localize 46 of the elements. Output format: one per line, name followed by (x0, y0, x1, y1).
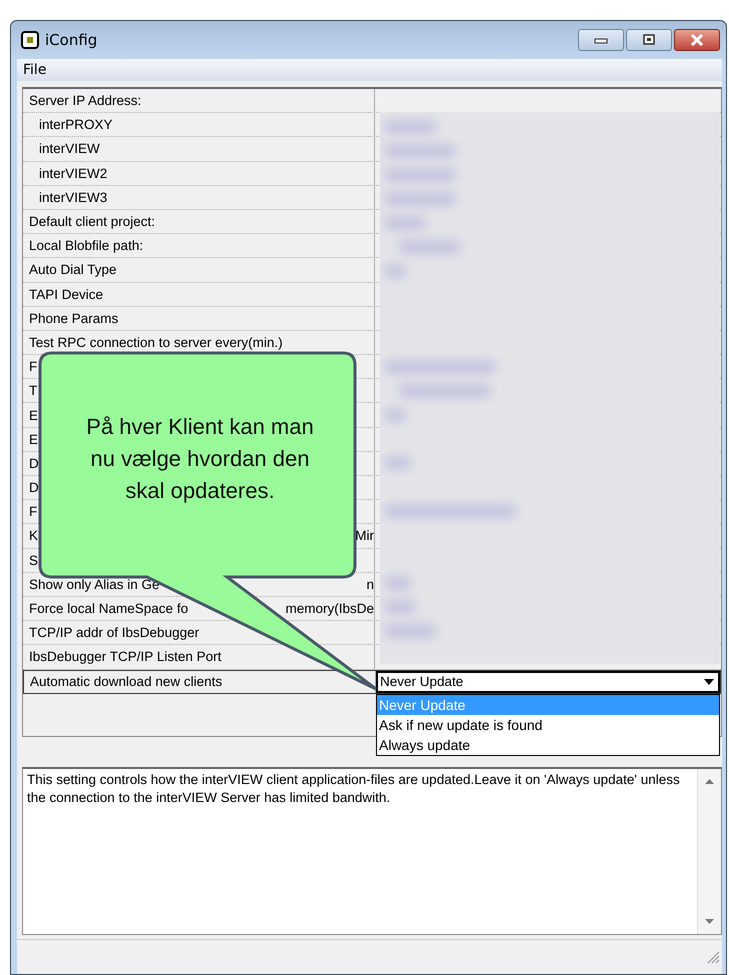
property-label: interPROXY (39, 117, 113, 132)
property-label: Automatic download new clients (30, 674, 222, 690)
dropdown-option[interactable]: Always update (377, 734, 719, 754)
property-label: Test RPC connection to server every(min.) (29, 334, 283, 350)
scrollbar[interactable] (697, 769, 721, 934)
close-button[interactable] (674, 29, 720, 51)
property-label: TAPI Device (29, 286, 104, 302)
property-label: E (29, 408, 38, 423)
minimize-icon (594, 36, 608, 44)
property-label: interVIEW (39, 141, 100, 156)
property-label: Auto Dial Type (29, 262, 117, 278)
menu-item[interactable]: File (17, 62, 52, 78)
property-label: D (29, 456, 39, 471)
window-title: iConfig (45, 31, 98, 49)
scroll-up-icon (705, 779, 714, 784)
property-label: Default client project: (29, 214, 156, 230)
property-label: TCP/IP addr of IbsDebugger (29, 625, 200, 640)
dropdown-option[interactable]: Ask if new update is found (377, 714, 719, 734)
description-text: This setting controls how the interVIEW client application-files are updated.Leave it on 'Always update' unless the connection to the interVIEW Server has limited bandwith. (26, 771, 681, 807)
maximize-icon (642, 34, 656, 46)
property-label: memory(IbsDe (285, 601, 374, 616)
property-label: IbsDebugger TCP/IP Listen Port (29, 649, 222, 664)
close-icon (689, 34, 705, 46)
property-label: Force local NameSpace fo (29, 601, 188, 616)
maximize-button[interactable] (626, 29, 672, 51)
property-label: T (29, 383, 38, 398)
callout-text: På hver Klient kan man nu vælge hvordan den skal opdateres. (85, 413, 315, 505)
app-icon (21, 31, 39, 49)
dropdown-arrow-icon (704, 678, 714, 684)
property-label: interVIEW3 (39, 190, 108, 205)
property-label: F (29, 359, 38, 374)
property-label: Phone Params (29, 310, 118, 326)
property-label: F (29, 504, 38, 520)
property-label: D (29, 480, 39, 496)
minimize-button[interactable] (578, 29, 624, 51)
property-label: K (29, 528, 38, 544)
property-label: S (29, 552, 38, 568)
property-label: n (366, 576, 374, 592)
property-label: E (29, 432, 38, 447)
dropdown[interactable]: Never Update (376, 670, 720, 692)
property-label: Mir (355, 528, 374, 544)
scroll-down-icon (705, 919, 714, 924)
resize-grip-icon[interactable] (706, 950, 720, 964)
property-label: Local Blobfile path: (29, 238, 144, 254)
property-label: interVIEW2 (39, 166, 108, 181)
property-label: Server IP Address: (29, 93, 142, 108)
